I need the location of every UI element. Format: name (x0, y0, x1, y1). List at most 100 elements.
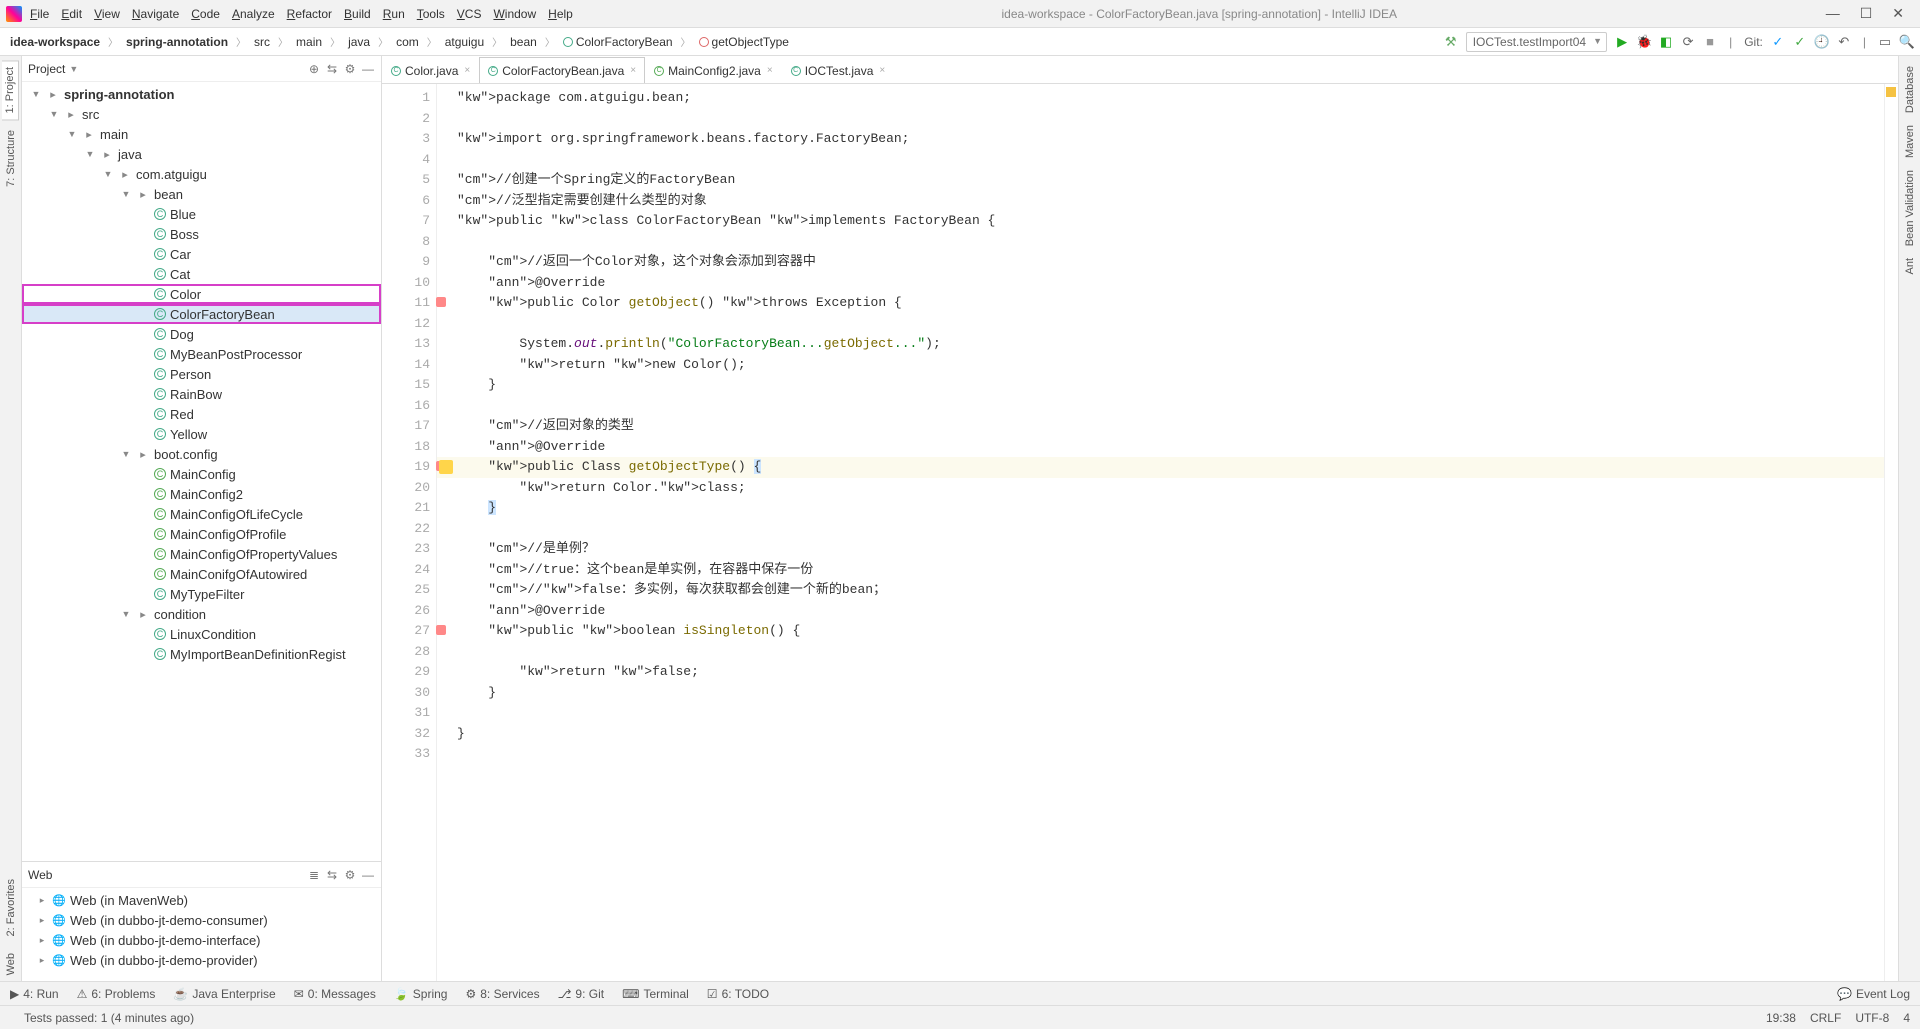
tree-node[interactable]: ▼▸main (22, 124, 381, 144)
tool-tab[interactable]: 🍃Spring (394, 987, 448, 1001)
breadcrumb-item[interactable]: ColorFactoryBean (559, 33, 677, 51)
status-indent[interactable]: 4 (1903, 1011, 1910, 1025)
breadcrumb-item[interactable]: getObjectType (695, 33, 793, 51)
collapse-icon[interactable]: ⇆ (325, 868, 339, 882)
breadcrumb-item[interactable]: spring-annotation (122, 33, 232, 51)
tree-node[interactable]: CLinuxCondition (22, 624, 381, 644)
menu-analyze[interactable]: Analyze (232, 7, 275, 21)
menu-navigate[interactable]: Navigate (132, 7, 179, 21)
run-icon[interactable]: ▶ (1615, 35, 1629, 49)
gear-icon[interactable]: ⚙ (343, 868, 357, 882)
rail-tab-favorites[interactable]: 2: Favorites (3, 873, 19, 942)
editor-tab[interactable]: CMainConfig2.java× (645, 57, 782, 83)
tree-node[interactable]: CRed (22, 404, 381, 424)
menu-tools[interactable]: Tools (417, 7, 445, 21)
tree-node[interactable]: ▼▸bean (22, 184, 381, 204)
maximize-icon[interactable]: ☐ (1860, 5, 1873, 22)
gear-icon[interactable]: ⚙ (343, 62, 357, 76)
menu-vcs[interactable]: VCS (457, 7, 482, 21)
tool-tab[interactable]: ▶4: Run (10, 987, 59, 1001)
menu-file[interactable]: File (30, 7, 49, 21)
warning-marker-icon[interactable] (1886, 87, 1896, 97)
tool-tab[interactable]: ☕Java Enterprise (173, 987, 275, 1001)
breadcrumb-item[interactable]: bean (506, 33, 541, 51)
menu-view[interactable]: View (94, 7, 120, 21)
minimize-icon[interactable]: — (1826, 5, 1840, 22)
web-tree-node[interactable]: ▸🌐Web (in dubbo-jt-demo-provider) (22, 950, 381, 970)
hide-icon[interactable]: — (361, 868, 375, 882)
status-line-ending[interactable]: CRLF (1810, 1011, 1841, 1025)
menu-code[interactable]: Code (191, 7, 220, 21)
web-tree-node[interactable]: ▸🌐Web (in MavenWeb) (22, 890, 381, 910)
tree-node[interactable]: CBlue (22, 204, 381, 224)
editor[interactable]: 1234567891011121314151617181920212223242… (382, 84, 1898, 981)
build-icon[interactable]: ⚒ (1444, 35, 1458, 49)
tree-node[interactable]: CPerson (22, 364, 381, 384)
project-structure-icon[interactable]: ▭ (1878, 35, 1892, 49)
breadcrumb-item[interactable]: com (392, 33, 423, 51)
menu-window[interactable]: Window (493, 7, 536, 21)
run-config-selector[interactable]: IOCTest.testImport04 (1466, 32, 1607, 52)
tool-tab[interactable]: ⚠6: Problems (77, 987, 156, 1001)
tree-node[interactable]: CMainConfigOfPropertyValues (22, 544, 381, 564)
tab-close-icon[interactable]: × (767, 65, 773, 76)
rail-tab-bean-validation[interactable]: Bean Validation (1902, 164, 1918, 252)
breadcrumb-item[interactable]: atguigu (441, 33, 488, 51)
tab-close-icon[interactable]: × (879, 65, 885, 76)
tree-node[interactable]: CMainConfigOfProfile (22, 524, 381, 544)
event-log-tab[interactable]: 💬Event Log (1837, 987, 1910, 1001)
rail-tab-web[interactable]: Web (3, 947, 19, 981)
menu-help[interactable]: Help (548, 7, 573, 21)
editor-tab[interactable]: CColor.java× (382, 57, 479, 83)
code-area[interactable]: "kw">package com.atguigu.bean;"kw">impor… (437, 84, 1884, 981)
tree-node[interactable]: ▼▸com.atguigu (22, 164, 381, 184)
rail-tab-structure[interactable]: 7: Structure (3, 124, 19, 193)
tree-node[interactable]: CColor (22, 284, 381, 304)
web-tree[interactable]: ▸🌐Web (in MavenWeb) ▸🌐Web (in dubbo-jt-de… (22, 888, 381, 981)
profile-icon[interactable]: ⟳ (1681, 35, 1695, 49)
tool-tab[interactable]: ⎇9: Git (558, 987, 605, 1001)
locate-icon[interactable]: ⊕ (307, 62, 321, 76)
vcs-update-icon[interactable]: ✓ (1771, 35, 1785, 49)
debug-icon[interactable]: 🐞 (1637, 35, 1651, 49)
project-tree[interactable]: ▼▸spring-annotation▼▸src▼▸main▼▸java▼▸co… (22, 82, 381, 861)
tree-node[interactable]: ▼▸src (22, 104, 381, 124)
collapse-icon[interactable]: ⇆ (325, 62, 339, 76)
status-encoding[interactable]: UTF-8 (1855, 1011, 1889, 1025)
menu-build[interactable]: Build (344, 7, 371, 21)
close-icon[interactable]: ✕ (1892, 5, 1904, 22)
hide-icon[interactable]: — (361, 62, 375, 76)
vcs-history-icon[interactable]: 🕘 (1815, 35, 1829, 49)
menu-run[interactable]: Run (383, 7, 405, 21)
intention-bulb-icon[interactable] (439, 460, 453, 474)
vcs-revert-icon[interactable]: ↶ (1837, 35, 1851, 49)
tree-node[interactable]: CColorFactoryBean (22, 304, 381, 324)
tool-tab[interactable]: ☑6: TODO (707, 987, 769, 1001)
search-icon[interactable]: 🔍 (1900, 35, 1914, 49)
tree-node[interactable]: CMainConfig (22, 464, 381, 484)
rail-tab-maven[interactable]: Maven (1902, 119, 1918, 164)
tree-node[interactable]: CCat (22, 264, 381, 284)
tool-tab[interactable]: ⚙8: Services (465, 987, 539, 1001)
menu-edit[interactable]: Edit (61, 7, 82, 21)
stop-icon[interactable]: ■ (1703, 35, 1717, 49)
menu-refactor[interactable]: Refactor (287, 7, 332, 21)
tree-node[interactable]: CMyImportBeanDefinitionRegist (22, 644, 381, 664)
tab-close-icon[interactable]: × (464, 65, 470, 76)
tree-node[interactable]: CRainBow (22, 384, 381, 404)
rail-tab-ant[interactable]: Ant (1902, 252, 1918, 281)
editor-tab[interactable]: CColorFactoryBean.java× (479, 57, 645, 83)
breadcrumb-item[interactable]: idea-workspace (6, 33, 104, 51)
tree-node[interactable]: ▼▸java (22, 144, 381, 164)
tree-node[interactable]: CMainConifgOfAutowired (22, 564, 381, 584)
web-tree-node[interactable]: ▸🌐Web (in dubbo-jt-demo-interface) (22, 930, 381, 950)
tree-node[interactable]: ▼▸spring-annotation (22, 84, 381, 104)
tree-node[interactable]: CMainConfig2 (22, 484, 381, 504)
breadcrumb-item[interactable]: java (344, 33, 374, 51)
breadcrumb-item[interactable]: main (292, 33, 326, 51)
view-mode-dropdown-icon[interactable]: ▼ (69, 64, 78, 74)
editor-tab[interactable]: CIOCTest.java× (782, 57, 895, 83)
tree-node[interactable]: CYellow (22, 424, 381, 444)
vcs-commit-icon[interactable]: ✓ (1793, 35, 1807, 49)
rail-tab-project[interactable]: 1: Project (2, 60, 19, 120)
